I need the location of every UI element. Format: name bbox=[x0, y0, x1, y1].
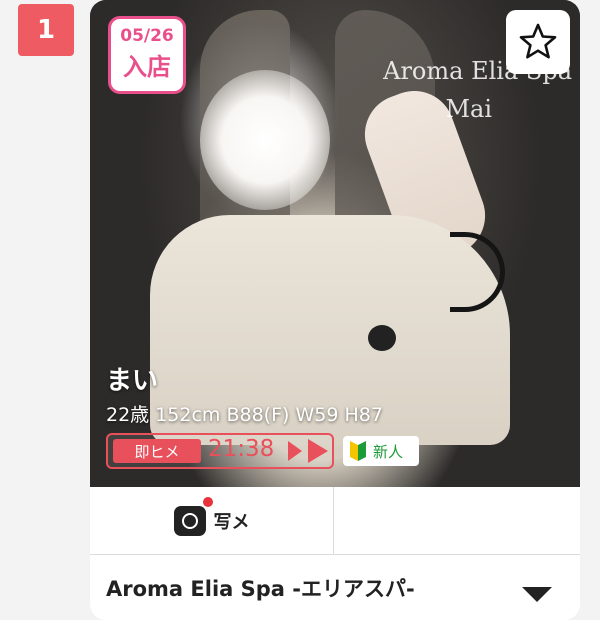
favorite-button[interactable] bbox=[506, 10, 570, 74]
new-tag: 新人 bbox=[343, 436, 419, 466]
therapist-stats: 22歳 152cm B88(F) W59 H87 bbox=[106, 404, 383, 426]
new-tag-label: 新人 bbox=[373, 442, 404, 461]
notification-dot bbox=[202, 496, 213, 507]
card-actions: 写メ bbox=[90, 487, 580, 555]
therapist-name: まい bbox=[106, 366, 159, 396]
rank-badge: 1 bbox=[18, 4, 74, 56]
face-blur bbox=[200, 70, 330, 210]
instagram-camera-icon bbox=[173, 496, 213, 536]
beginner-mark-icon bbox=[350, 441, 366, 461]
arrival-date-badge: 05/26 入店 bbox=[108, 16, 186, 94]
photo-diary-button[interactable]: 写メ bbox=[90, 487, 334, 554]
secondary-action-slot bbox=[334, 487, 580, 554]
watermark-name: Mai bbox=[445, 95, 492, 123]
play-arrow-icon bbox=[288, 439, 328, 463]
photo-brooch bbox=[368, 325, 396, 351]
photo-diary-label: 写メ bbox=[213, 511, 250, 533]
schedule-label: 即ヒメ bbox=[113, 439, 201, 463]
arrival-label: 入店 bbox=[123, 53, 171, 81]
arrival-date: 05/26 bbox=[120, 26, 174, 46]
star-outline-icon bbox=[519, 23, 557, 59]
profile-photo[interactable]: Aroma Elia Spa Mai 05/26 入店 まい 22歳 152cm… bbox=[90, 0, 580, 487]
schedule-badge[interactable]: 即ヒメ 21:38 bbox=[106, 433, 334, 469]
therapist-card[interactable]: Aroma Elia Spa Mai 05/26 入店 まい 22歳 152cm… bbox=[90, 0, 580, 620]
schedule-time: 21:38 bbox=[208, 436, 275, 462]
shop-name[interactable]: Aroma Elia Spa -エリアスパ- bbox=[106, 573, 415, 603]
